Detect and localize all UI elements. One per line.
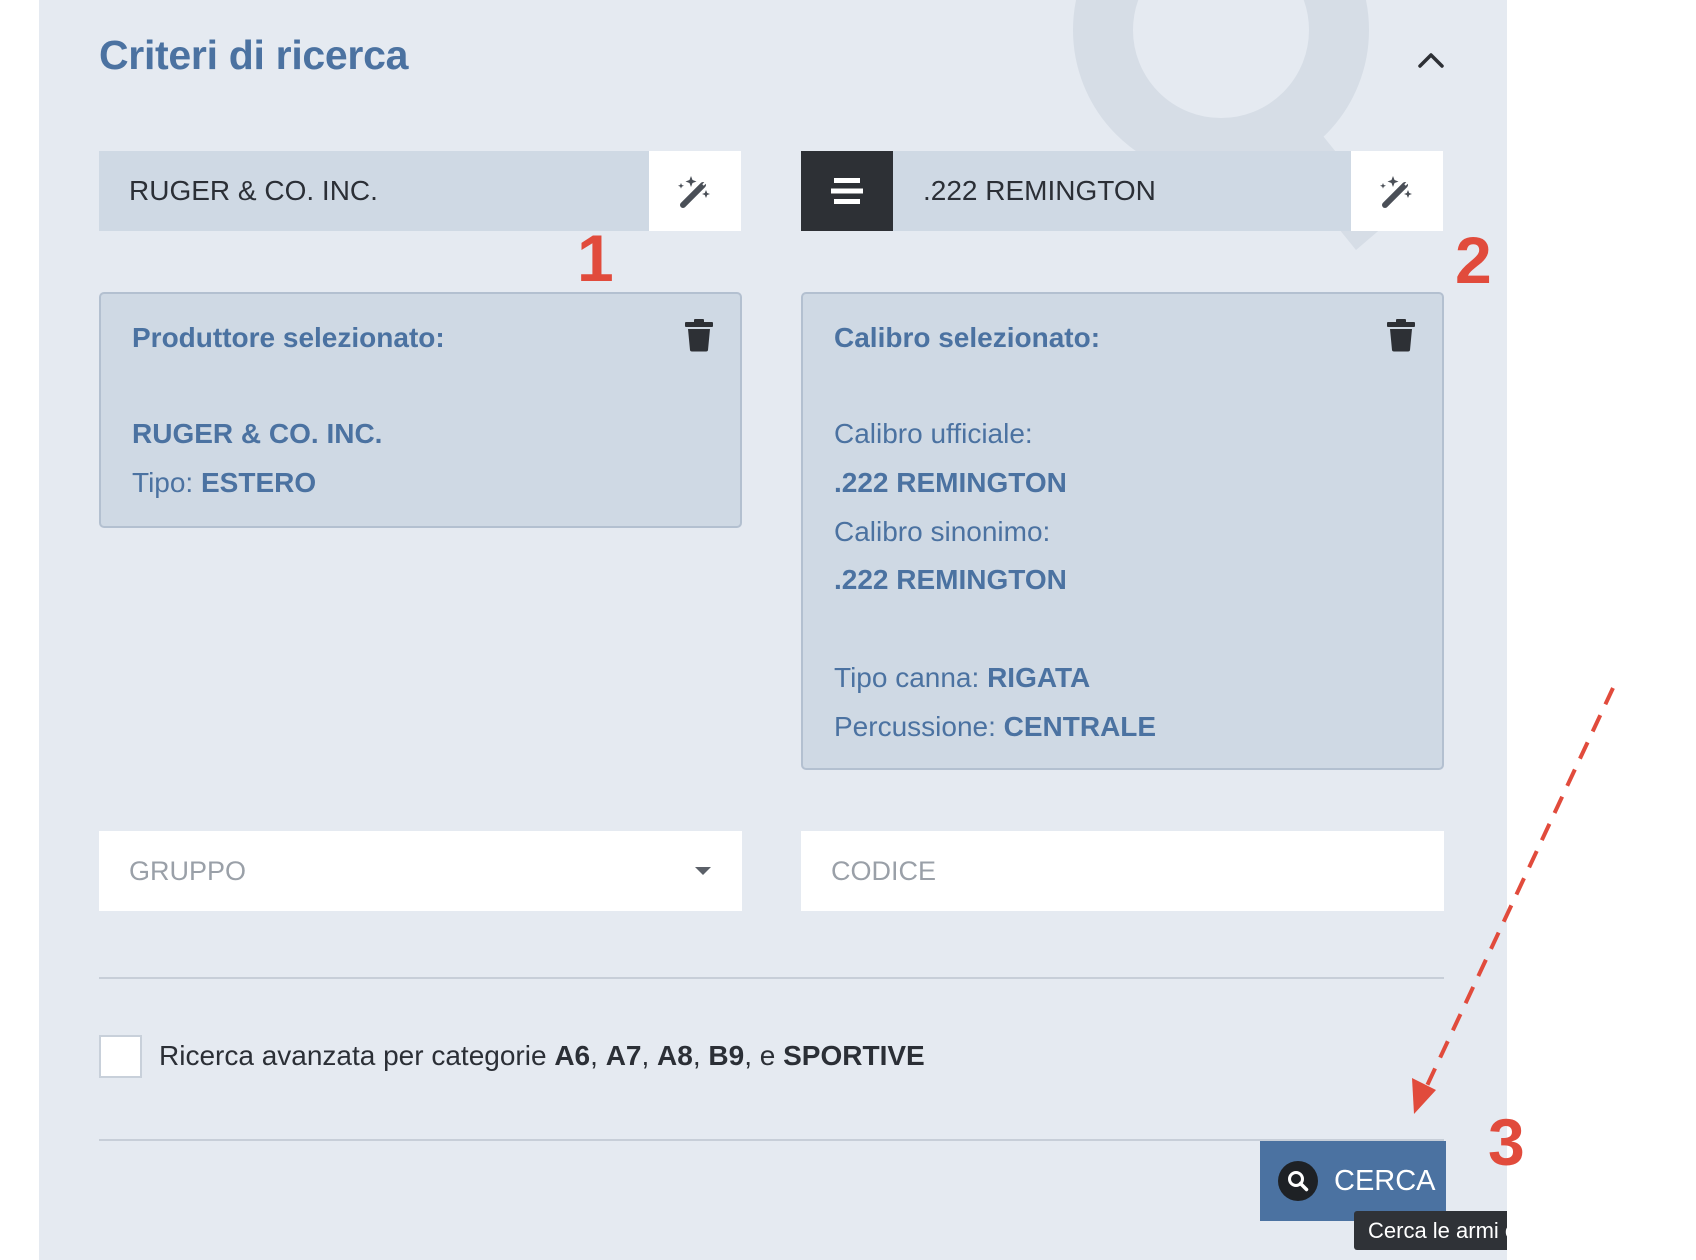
chevron-up-icon bbox=[1418, 53, 1444, 68]
trash-icon bbox=[1387, 319, 1415, 352]
category-sportive: SPORTIVE bbox=[783, 1040, 925, 1071]
category-a8: A8 bbox=[657, 1040, 693, 1071]
barrel-type: Tipo canna: RIGATA bbox=[834, 662, 1090, 694]
trash-icon bbox=[685, 319, 713, 352]
barrel-type-value: RIGATA bbox=[987, 662, 1091, 693]
category-a6: A6 bbox=[554, 1040, 591, 1071]
magic-wand-icon bbox=[678, 176, 710, 208]
annotation-marker-2: 2 bbox=[1455, 223, 1492, 297]
annotation-marker-1: 1 bbox=[577, 221, 614, 295]
selected-caliber-card: Calibro selezionato: Calibro ufficiale: … bbox=[801, 292, 1444, 770]
menu-icon bbox=[831, 178, 863, 204]
barrel-type-label: Tipo canna: bbox=[834, 662, 988, 693]
synonym-caliber-label: Calibro sinonimo: bbox=[834, 516, 1051, 547]
manufacturer-field-group bbox=[99, 151, 741, 231]
synonym-caliber-value: .222 REMINGTON bbox=[834, 564, 1067, 595]
code-input[interactable] bbox=[801, 831, 1444, 911]
official-caliber-label: Calibro ufficiale: bbox=[834, 418, 1033, 449]
delete-caliber-button[interactable] bbox=[1386, 318, 1416, 352]
caliber-menu-button[interactable] bbox=[801, 151, 893, 231]
caliber-magic-button[interactable] bbox=[1351, 151, 1443, 231]
percussion-label: Percussione: bbox=[834, 711, 1004, 742]
search-button-tooltip: Cerca le armi classificate bbox=[1354, 1211, 1507, 1250]
manufacturer-type-label: Tipo: bbox=[132, 467, 201, 498]
manufacturer-input[interactable] bbox=[99, 151, 649, 231]
advanced-search-checkbox[interactable] bbox=[99, 1035, 142, 1078]
category-separator: , bbox=[692, 1040, 709, 1071]
caliber-card-heading: Calibro selezionato: bbox=[834, 322, 1101, 353]
category-a7: A7 bbox=[605, 1040, 642, 1071]
caliber-field-group bbox=[801, 151, 1443, 231]
selected-manufacturer-card: Produttore selezionato: RUGER & CO. INC.… bbox=[99, 292, 742, 528]
divider-bottom bbox=[99, 1139, 1444, 1141]
group-select[interactable]: GRUPPO bbox=[99, 831, 742, 911]
search-icon bbox=[1288, 1171, 1309, 1192]
percussion-value: CENTRALE bbox=[1003, 711, 1157, 742]
official-caliber-value: .222 REMINGTON bbox=[834, 467, 1067, 498]
caliber-input[interactable] bbox=[893, 151, 1351, 231]
manufacturer-type: Tipo: ESTERO bbox=[132, 467, 316, 499]
search-criteria-panel: Criteri di ricerca RUGER & CO. INC. .222… bbox=[39, 0, 1507, 1260]
annotation-marker-3: 3 bbox=[1488, 1105, 1525, 1179]
group-select-placeholder: GRUPPO bbox=[129, 855, 247, 886]
caret-down-icon bbox=[695, 867, 711, 875]
category-separator: , bbox=[590, 1040, 606, 1071]
search-button-label: CERCA bbox=[1334, 1164, 1436, 1197]
search-button[interactable]: CERCA bbox=[1260, 1141, 1446, 1221]
category-separator: , e bbox=[744, 1040, 784, 1071]
divider-top bbox=[99, 977, 1444, 979]
delete-manufacturer-button[interactable] bbox=[684, 318, 714, 352]
collapse-button[interactable] bbox=[1411, 40, 1451, 80]
manufacturer-magic-button[interactable] bbox=[649, 151, 741, 231]
manufacturer-type-value: ESTERO bbox=[201, 467, 317, 498]
magic-wand-icon bbox=[1380, 176, 1412, 208]
advanced-search-text: Ricerca avanzata per categorie bbox=[159, 1040, 555, 1071]
background-search-icon bbox=[1073, 0, 1391, 250]
search-icon-wrapper bbox=[1278, 1161, 1318, 1201]
panel-title: Criteri di ricerca bbox=[99, 32, 409, 78]
category-separator: , bbox=[641, 1040, 658, 1071]
category-b9: B9 bbox=[708, 1040, 745, 1071]
advanced-search-label[interactable]: Ricerca avanzata per categorie A6, A7, A… bbox=[159, 1040, 925, 1072]
manufacturer-card-heading: Produttore selezionato: bbox=[132, 322, 445, 353]
percussion-type: Percussione: CENTRALE bbox=[834, 711, 1156, 743]
manufacturer-name: RUGER & CO. INC. bbox=[132, 418, 383, 449]
